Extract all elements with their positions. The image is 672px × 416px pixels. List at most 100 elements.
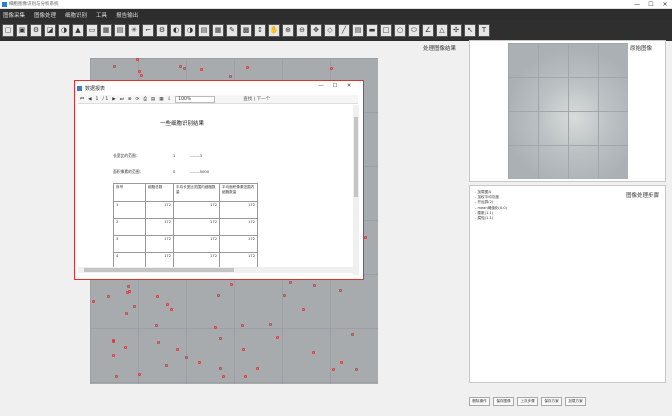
zoom-out-icon[interactable]: ⊖	[296, 24, 308, 37]
previous-step-button[interactable]: 上次步骤	[517, 396, 538, 406]
detected-cell-marker	[112, 354, 116, 358]
header-cell-count: 细胞总数	[145, 183, 174, 202]
row-aspect-count: 172	[173, 201, 220, 219]
row-area-count: 172	[219, 201, 258, 219]
text-block-icon[interactable]: ▤	[352, 24, 364, 37]
line-icon[interactable]: ╱	[338, 24, 350, 37]
dialog-title: 数据报表	[85, 85, 106, 92]
triangle-icon[interactable]: ▲	[72, 24, 84, 37]
page-total: / 1	[102, 96, 109, 102]
header-index: 序号	[113, 183, 146, 202]
find-next-field[interactable]: 查找 | 下一个	[243, 96, 270, 102]
detected-cell-marker	[338, 288, 342, 292]
load-scheme-button[interactable]: 加载方案	[565, 396, 586, 406]
triangle-measure-icon[interactable]: △	[436, 24, 448, 37]
save-image-button[interactable]: 保存图像	[493, 396, 514, 406]
rect-icon[interactable]: □	[380, 24, 392, 37]
report-vertical-scrollbar[interactable]	[353, 105, 359, 275]
menu-tools[interactable]: 工具	[96, 11, 107, 19]
pixel-range-max: -------5000	[190, 169, 210, 174]
brightness-icon[interactable]: ◑	[184, 24, 196, 37]
text-icon[interactable]: T	[478, 24, 490, 37]
delete-step-button[interactable]: 删除操作	[469, 396, 490, 406]
first-page-icon[interactable]: ⏮	[80, 96, 84, 102]
detected-cell-marker	[178, 64, 182, 68]
image-icon[interactable]: ▦	[100, 24, 112, 37]
measure-icon[interactable]: ↕	[254, 24, 266, 37]
save-scheme-button[interactable]: 保存方案	[541, 396, 562, 406]
detected-cell-marker	[139, 74, 143, 78]
refresh-icon[interactable]: ⟳	[136, 97, 140, 102]
prev-page-icon[interactable]: ◀	[88, 97, 91, 102]
ellipse-icon[interactable]: ⬭	[408, 24, 420, 37]
menu-image-capture[interactable]: 图像采集	[3, 11, 25, 19]
cell-icon[interactable]: ✳	[128, 24, 140, 37]
ruler-icon[interactable]: ▬	[366, 24, 378, 37]
layout-icon[interactable]: ▤	[151, 97, 155, 102]
detected-cell-marker	[197, 360, 201, 364]
detected-cell-marker	[165, 364, 169, 368]
frame-icon[interactable]: ▭	[86, 24, 98, 37]
pan-icon[interactable]: ✥	[310, 24, 322, 37]
hand-icon[interactable]: ✋	[268, 24, 280, 37]
doc-icon[interactable]: ▤	[198, 24, 210, 37]
layers-icon[interactable]: ▩	[240, 24, 252, 37]
detected-cell-marker	[92, 300, 96, 303]
aspect-range-label: 长宽比的范围：	[113, 153, 140, 158]
zoom-select[interactable]: 100%	[175, 95, 216, 103]
minimize-button[interactable]: —	[630, 0, 644, 9]
detected-cell-marker	[229, 74, 233, 78]
save-icon[interactable]: ▣	[16, 24, 28, 37]
close-button[interactable]: ✕	[658, 0, 672, 9]
print-icon[interactable]: ⎙	[143, 96, 147, 102]
detected-cell-marker	[138, 373, 142, 377]
app-icon	[2, 1, 7, 7]
detected-cell-marker	[242, 347, 246, 351]
gear-icon[interactable]: ⚙	[156, 24, 168, 37]
dialog-maximize-button[interactable]: ☐	[329, 83, 341, 89]
pixel-range-min: 0	[173, 169, 176, 174]
row-index: 2	[113, 218, 146, 236]
invert-icon[interactable]: ◐	[170, 24, 182, 37]
last-page-icon[interactable]: ⏭	[120, 96, 124, 102]
arrow-icon[interactable]: ↖	[464, 24, 476, 37]
page-number-input[interactable]: 1	[96, 97, 99, 102]
results-table: 序号 细胞总数 平均长宽比范围内细胞数量 平均面积像素范围内细胞数量 1 172…	[113, 183, 258, 270]
row-area-count: 172	[219, 235, 258, 253]
next-page-icon[interactable]: ▶	[112, 97, 115, 102]
edit-icon[interactable]: ✎	[226, 24, 238, 37]
detected-cell-marker	[301, 308, 305, 312]
report-horizontal-scrollbar[interactable]	[78, 267, 353, 273]
zoom-in-icon[interactable]: ⊕	[282, 24, 294, 37]
scroll-thumb[interactable]	[354, 117, 358, 197]
dialog-titlebar: 数据报表 — ☐ ✕	[77, 83, 360, 93]
angle-icon[interactable]: ∠	[422, 24, 434, 37]
open-icon[interactable]: ▢	[2, 24, 14, 37]
detected-cell-marker	[289, 281, 293, 285]
gray-icon[interactable]: ◪	[44, 24, 56, 37]
detected-cell-marker	[123, 345, 127, 349]
table-icon[interactable]: ▦	[212, 24, 224, 37]
scroll-thumb[interactable]	[84, 268, 234, 272]
stop-icon[interactable]: ⊗	[128, 97, 132, 102]
bone-icon[interactable]: ⌐	[142, 24, 154, 37]
menu-cell-recognition[interactable]: 细胞识别	[65, 11, 87, 19]
dialog-minimize-button[interactable]: —	[315, 83, 327, 89]
histogram-icon[interactable]: ▤	[114, 24, 126, 37]
circle-icon[interactable]: ○	[394, 24, 406, 37]
tool-icon[interactable]: ⚙	[30, 24, 42, 37]
contrast-icon[interactable]: ◑	[58, 24, 70, 37]
page-setup-icon[interactable]: ▦	[159, 97, 163, 102]
detected-cell-marker	[351, 333, 355, 337]
detected-cell-marker	[133, 305, 137, 309]
detected-cell-marker	[107, 295, 111, 299]
shape-icon[interactable]: ◇	[324, 24, 336, 37]
row-cell-count: 172	[145, 218, 174, 236]
dialog-close-button[interactable]: ✕	[343, 83, 355, 89]
move-icon[interactable]: ✣	[450, 24, 462, 37]
maximize-button[interactable]: ☐	[644, 0, 658, 9]
menu-report-output[interactable]: 报告输出	[116, 11, 138, 19]
menu-image-processing[interactable]: 图像处理	[34, 11, 56, 19]
step-item[interactable]: - 腐蚀(1.1)	[475, 216, 507, 221]
export-icon[interactable]: ⇩	[167, 97, 171, 102]
